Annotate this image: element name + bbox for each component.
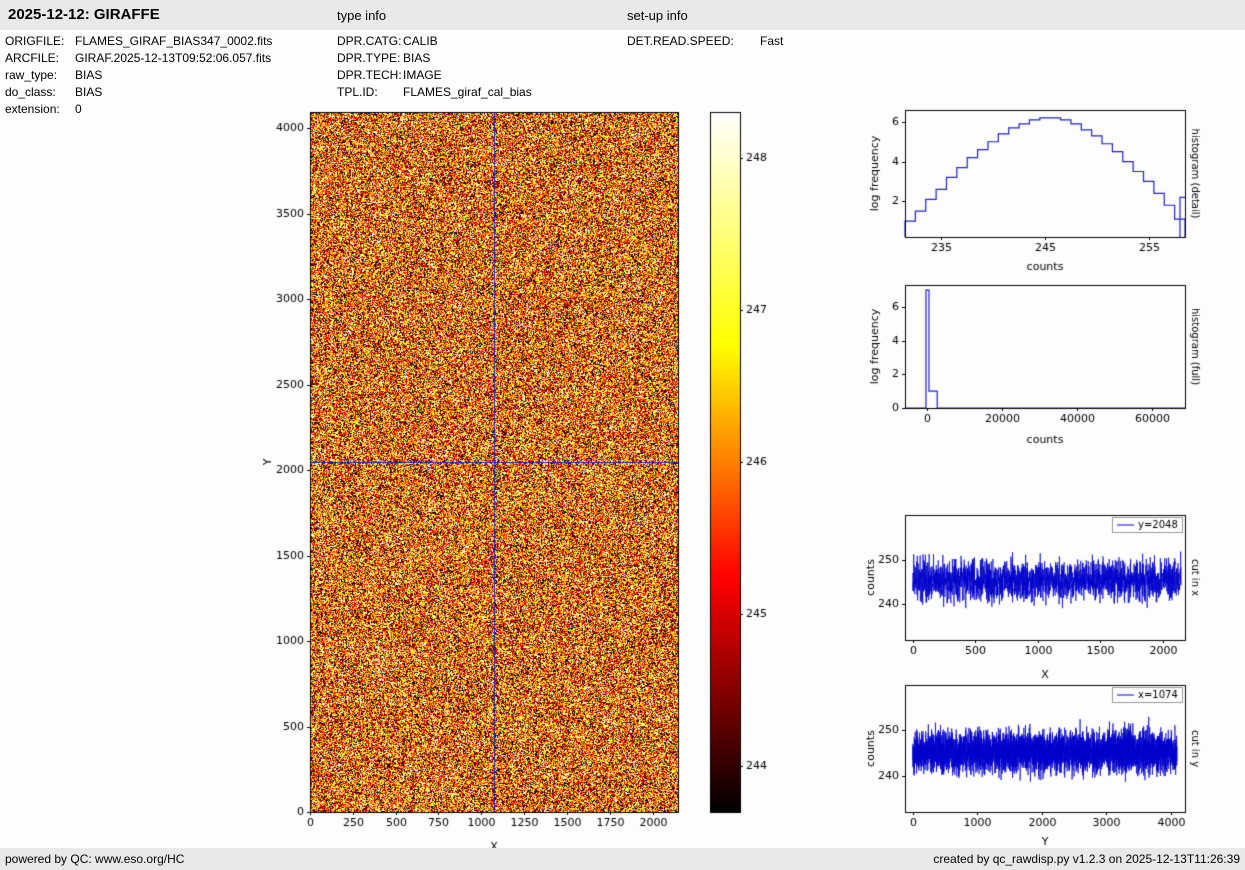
cut-x-plot (860, 505, 1210, 690)
dpr-tech-value: IMAGE (403, 68, 442, 82)
doclass-label: do_class: (5, 84, 75, 101)
dpr-catg-value: CALIB (403, 34, 438, 48)
origfile-row: ORIGFILE:FLAMES_GIRAF_BIAS347_0002.fits (5, 33, 272, 50)
setup-info-block: DET.READ.SPEED:Fast (627, 33, 783, 50)
setup-info-heading: set-up info (627, 8, 688, 23)
rawtype-value: BIAS (75, 68, 102, 82)
tpl-id-row: TPL.ID:FLAMES_giraf_cal_bias (337, 84, 532, 101)
footer-powered-by: powered by QC: www.eso.org/HC (5, 848, 184, 870)
file-info-block: ORIGFILE:FLAMES_GIRAF_BIAS347_0002.fits … (5, 33, 272, 118)
hist-full-plot (860, 275, 1210, 455)
dpr-type-label: DPR.TYPE: (337, 50, 403, 67)
extension-row: extension:0 (5, 101, 272, 118)
read-speed-label: DET.READ.SPEED: (627, 33, 760, 50)
extension-label: extension: (5, 101, 75, 118)
tpl-id-value: FLAMES_giraf_cal_bias (403, 85, 532, 99)
rawtype-label: raw_type: (5, 67, 75, 84)
dpr-catg-label: DPR.CATG: (337, 33, 403, 50)
extension-value: 0 (75, 102, 82, 116)
dpr-type-value: BIAS (403, 51, 430, 65)
dpr-type-row: DPR.TYPE:BIAS (337, 50, 532, 67)
arcfile-label: ARCFILE: (5, 50, 75, 67)
dpr-tech-label: DPR.TECH: (337, 67, 403, 84)
dpr-catg-row: DPR.CATG:CALIB (337, 33, 532, 50)
header-bar: 2025-12-12: GIRAFFE type info set-up inf… (0, 0, 1245, 30)
footer-bar: powered by QC: www.eso.org/HC created by… (0, 848, 1245, 870)
colorbar (700, 100, 785, 825)
origfile-value: FLAMES_GIRAF_BIAS347_0002.fits (75, 34, 272, 48)
arcfile-row: ARCFILE:GIRAF.2025-12-13T09:52:06.057.fi… (5, 50, 272, 67)
tpl-id-label: TPL.ID: (337, 84, 403, 101)
qc-report-page: 2025-12-12: GIRAFFE type info set-up inf… (0, 0, 1245, 870)
type-info-block: DPR.CATG:CALIB DPR.TYPE:BIAS DPR.TECH:IM… (337, 33, 532, 101)
page-title: 2025-12-12: GIRAFFE (8, 6, 160, 23)
doclass-row: do_class:BIAS (5, 84, 272, 101)
arcfile-value: GIRAF.2025-12-13T09:52:06.057.fits (75, 51, 271, 65)
dpr-tech-row: DPR.TECH:IMAGE (337, 67, 532, 84)
rawtype-row: raw_type:BIAS (5, 67, 272, 84)
read-speed-row: DET.READ.SPEED:Fast (627, 33, 783, 50)
type-info-heading: type info (337, 8, 386, 23)
footer-created-by: created by qc_rawdisp.py v1.2.3 on 2025-… (933, 848, 1240, 870)
cut-y-plot (860, 675, 1210, 850)
doclass-value: BIAS (75, 85, 102, 99)
read-speed-value: Fast (760, 34, 783, 48)
origfile-label: ORIGFILE: (5, 33, 75, 50)
hist-detail-plot (860, 100, 1210, 275)
raw-image-plot (260, 100, 700, 860)
